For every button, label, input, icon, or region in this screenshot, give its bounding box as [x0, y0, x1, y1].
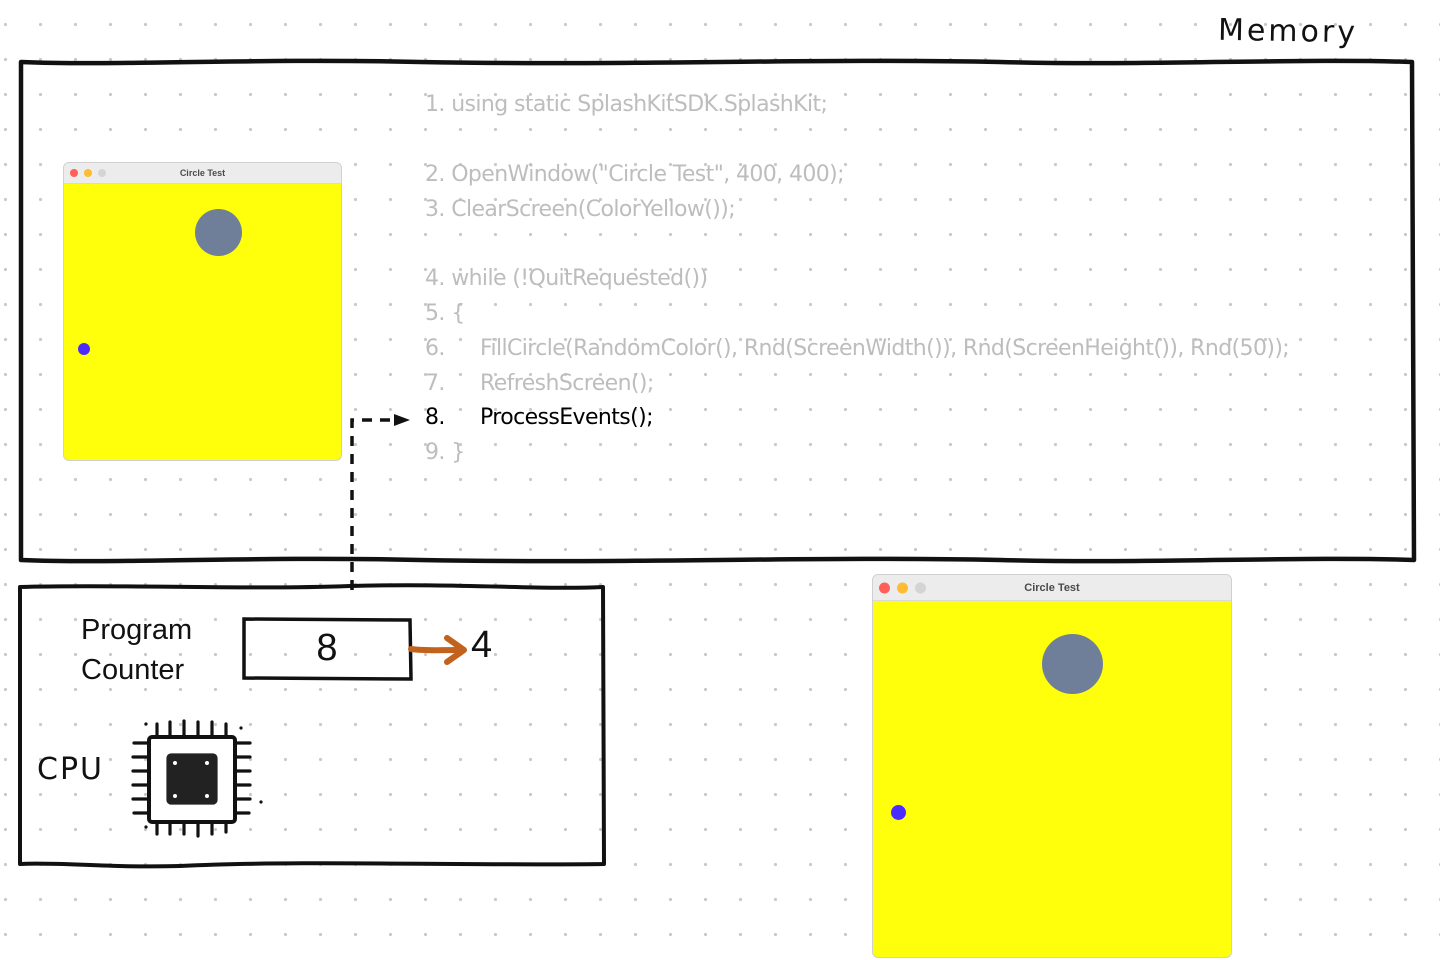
- line-number: 5.: [425, 301, 445, 326]
- large-slate-circle: [195, 209, 242, 256]
- line-number: 8.: [425, 405, 445, 430]
- code-line-4: 4. while (!QuitRequested()): [425, 266, 708, 291]
- minimize-button[interactable]: [84, 169, 92, 177]
- zoom-button[interactable]: [915, 582, 926, 593]
- close-button[interactable]: [70, 169, 78, 177]
- line-text: ClearScreen(ColorYellow());: [444, 197, 736, 222]
- window-titlebar: Circle Test: [873, 575, 1231, 601]
- memory-title: Memory: [1217, 12, 1359, 51]
- pc-next-arrow: [408, 646, 461, 654]
- program-counter-next-value: 4: [471, 624, 493, 666]
- pc-pointer-arrowhead: [394, 414, 410, 426]
- line-text: FillCircle(RandomColor(), Rnd(ScreenWidt…: [480, 336, 1290, 361]
- code-line-7: 7. RefreshScreen();: [425, 371, 654, 396]
- memory-window-preview: Circle Test: [63, 162, 342, 461]
- line-text: using static SplashKitSDK.SplashKit;: [444, 92, 828, 117]
- large-slate-circle: [1042, 634, 1103, 694]
- line-number: 4.: [425, 266, 445, 291]
- cpu-chip-icon: [131, 719, 263, 838]
- code-line-2: 2. OpenWindow("Circle Test", 400, 400);: [425, 162, 845, 187]
- line-number: 1.: [425, 92, 445, 117]
- code-line-5: 5. {: [425, 301, 465, 326]
- pc-pointer-dashed-line: [350, 418, 395, 590]
- line-text: ProcessEvents();: [480, 405, 654, 430]
- line-number: 7.: [425, 371, 445, 396]
- program-counter-label: Program Counter: [81, 614, 193, 686]
- small-blue-circle: [78, 343, 90, 355]
- line-number: 2.: [425, 162, 445, 187]
- cpu-label: CPU: [37, 752, 104, 787]
- code-line-9: 9. }: [425, 440, 465, 465]
- program-counter-value: 8: [316, 626, 338, 669]
- small-blue-circle: [891, 805, 906, 820]
- line-number: 3.: [425, 197, 445, 222]
- line-number: 9.: [425, 440, 445, 465]
- code-line-3: 3. ClearScreen(ColorYellow());: [425, 197, 736, 222]
- line-text: }: [444, 440, 465, 465]
- line-text: while (!QuitRequested()): [444, 266, 708, 291]
- window-title: Circle Test: [179, 168, 226, 178]
- window-titlebar: Circle Test: [64, 163, 341, 184]
- line-text: OpenWindow("Circle Test", 400, 400);: [444, 162, 844, 187]
- output-window: Circle Test: [872, 574, 1232, 958]
- line-text: RefreshScreen();: [480, 371, 654, 396]
- code-line-6: 6. FillCircle(RandomColor(), Rnd(ScreenWi…: [425, 336, 1290, 361]
- line-text: {: [444, 301, 465, 326]
- window-title: Circle Test: [1024, 581, 1080, 594]
- minimize-button[interactable]: [897, 582, 908, 593]
- code-line-1: 1. using static SplashKitSDK.SplashKit;: [425, 92, 828, 117]
- zoom-button[interactable]: [98, 169, 106, 177]
- line-number: 6.: [425, 336, 445, 361]
- code-line-8-current: 8. ProcessEvents();: [425, 405, 654, 430]
- close-button[interactable]: [879, 582, 890, 593]
